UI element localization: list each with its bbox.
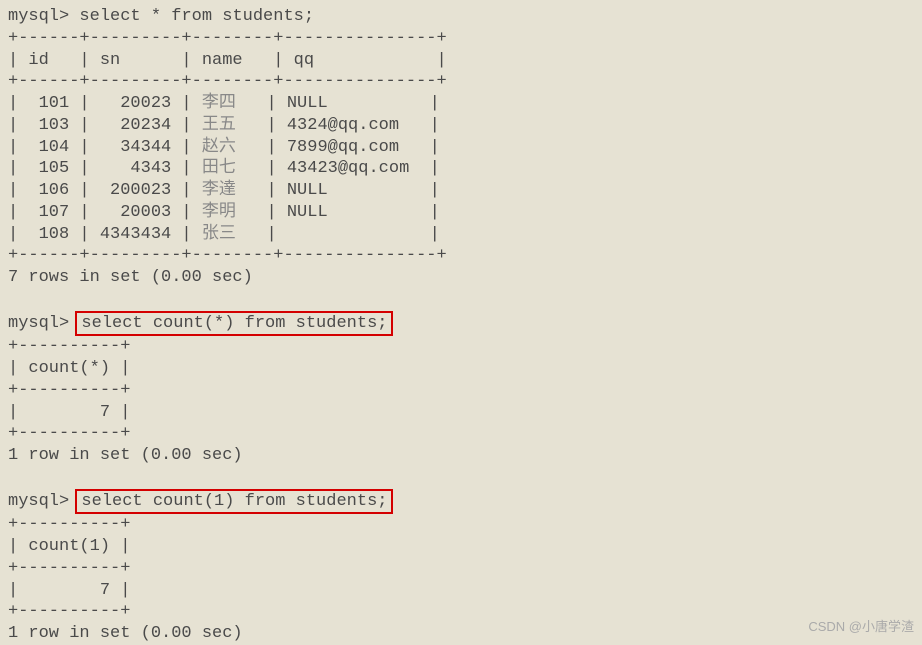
table-row: | 107 | 20003 | 李明 | NULL | [8,202,914,224]
table2-border-bot: +----------+ [8,423,914,445]
table2-border-mid: +----------+ [8,380,914,402]
table3-header: | count(1) | [8,536,914,558]
table-row: | 105 | 4343 | 田七 | 43423@qq.com | [8,158,914,180]
table3-summary: 1 row in set (0.00 sec) [8,623,914,645]
mysql-prompt: mysql> [8,314,69,333]
table3-row: | 7 | [8,580,914,602]
table1-border-mid: +------+---------+--------+-------------… [8,71,914,93]
table1-border-top: +------+---------+--------+-------------… [8,28,914,50]
query-2-highlight: select count(*) from students; [75,311,393,337]
watermark: CSDN @小唐学渣 [808,619,914,636]
table3-border-mid: +----------+ [8,558,914,580]
table-row: | 108 | 4343434 | 张三 | | [8,224,914,246]
table1-border-bot: +------+---------+--------+-------------… [8,245,914,267]
table-row: | 106 | 200023 | 李達 | NULL | [8,180,914,202]
query-3-highlight: select count(1) from students; [75,489,393,515]
prompt-line-2: mysql> select count(*) from students; [8,311,914,337]
prompt-line-3: mysql> select count(1) from students; [8,489,914,515]
table3-border-bot: +----------+ [8,601,914,623]
table2-border-top: +----------+ [8,336,914,358]
table3-border-top: +----------+ [8,514,914,536]
table1-summary: 7 rows in set (0.00 sec) [8,267,914,289]
query-1: select * from students; [79,7,314,26]
table-row: | 104 | 34344 | 赵六 | 7899@qq.com | [8,137,914,159]
table2-row: | 7 | [8,402,914,424]
table-row: | 101 | 20023 | 李四 | NULL | [8,93,914,115]
mysql-prompt: mysql> [8,7,69,26]
blank [8,289,914,311]
query-2: select count(*) from students; [81,314,387,333]
table2-header: | count(*) | [8,358,914,380]
query-3: select count(1) from students; [81,492,387,511]
blank [8,467,914,489]
prompt-line-1: mysql> select * from students; [8,6,914,28]
table2-summary: 1 row in set (0.00 sec) [8,445,914,467]
table1-header: | id | sn | name | qq | [8,50,914,72]
mysql-prompt: mysql> [8,492,69,511]
table-row: | 103 | 20234 | 王五 | 4324@qq.com | [8,115,914,137]
